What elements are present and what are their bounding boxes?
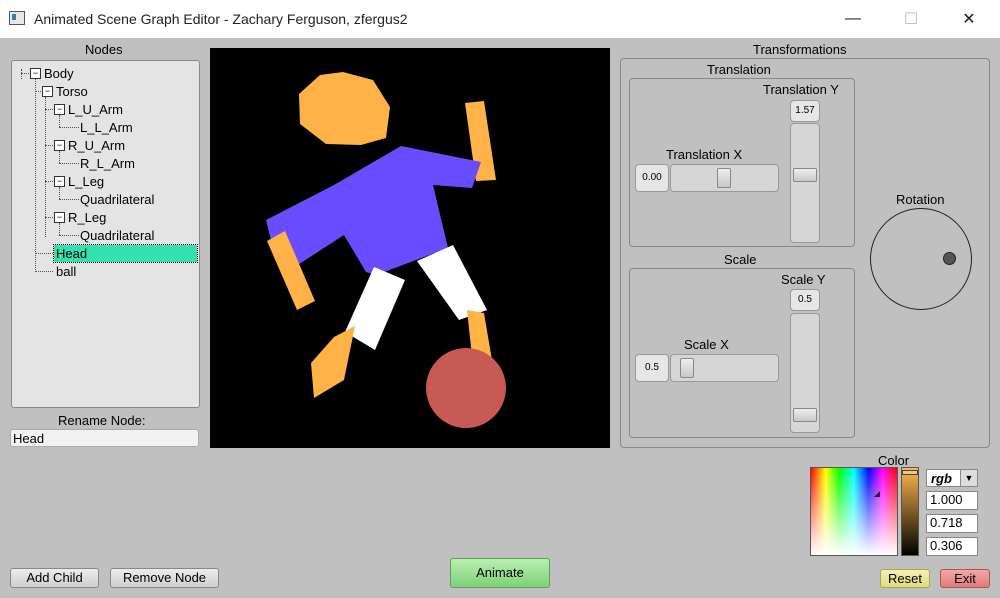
app-icon: [9, 11, 25, 25]
tree-node-ball[interactable]: ball: [56, 263, 76, 280]
collapse-toggle-icon[interactable]: −: [54, 140, 65, 151]
nodes-label: Nodes: [85, 42, 123, 57]
transformations-label: Transformations: [753, 42, 847, 57]
rotation-dial[interactable]: [870, 208, 972, 310]
color-g-field[interactable]: 0.718: [926, 514, 978, 533]
tree-node-quadrilateral[interactable]: Quadrilateral: [80, 227, 154, 244]
color-label: Color: [878, 453, 910, 468]
rename-node-label: Rename Node:: [58, 413, 146, 428]
color-picker-wheel[interactable]: [810, 467, 898, 556]
color-value-bar[interactable]: [901, 467, 919, 556]
tree-node-r-l-arm[interactable]: R_L_Arm: [80, 155, 135, 172]
scale-y-slider-handle[interactable]: [793, 408, 817, 422]
color-r-field[interactable]: 1.000: [926, 491, 978, 510]
add-child-button[interactable]: Add Child: [10, 568, 99, 588]
translation-x-slider-handle[interactable]: [717, 168, 731, 188]
scale-x-value[interactable]: 0.5: [635, 354, 669, 382]
tree-node-l-u-arm[interactable]: L_U_Arm: [68, 101, 123, 118]
scene-head: [299, 72, 390, 145]
translation-y-slider[interactable]: [790, 123, 820, 243]
scene-canvas[interactable]: [210, 48, 610, 448]
scale-x-slider-handle[interactable]: [680, 358, 694, 378]
exit-button[interactable]: Exit: [940, 569, 990, 588]
translation-group: [629, 78, 855, 247]
translation-label: Translation: [707, 62, 771, 77]
color-mode-select[interactable]: rgb ▼: [926, 469, 978, 487]
collapse-toggle-icon[interactable]: −: [54, 176, 65, 187]
color-mode-value: rgb: [931, 471, 952, 486]
scene-left-leg: [345, 267, 405, 350]
tree-node-quadrilateral[interactable]: Quadrilateral: [80, 191, 154, 208]
translation-x-value[interactable]: 0.00: [635, 164, 669, 192]
tree-node-l-leg[interactable]: L_Leg: [68, 173, 104, 190]
collapse-toggle-icon[interactable]: −: [42, 86, 53, 97]
scene-drawing: [266, 72, 506, 428]
scale-y-label: Scale Y: [781, 272, 826, 287]
collapse-toggle-icon[interactable]: −: [54, 104, 65, 115]
tree-node-head[interactable]: Head: [53, 244, 198, 263]
translation-x-label: Translation X: [666, 147, 743, 162]
color-picker-cursor-icon: [874, 491, 880, 497]
chevron-down-icon: ▼: [960, 470, 977, 486]
rotation-dial-handle[interactable]: [943, 252, 956, 265]
tree-node-r-leg[interactable]: R_Leg: [68, 209, 106, 226]
rotation-label: Rotation: [896, 192, 945, 207]
scene-ball: [426, 348, 506, 428]
scale-x-slider[interactable]: [670, 354, 779, 382]
collapse-toggle-icon[interactable]: −: [54, 212, 65, 223]
scale-x-label: Scale X: [684, 337, 729, 352]
scene-left-foot: [311, 326, 355, 398]
scale-y-slider[interactable]: [790, 313, 820, 433]
title-bar: Animated Scene Graph Editor - Zachary Fe…: [0, 0, 1000, 38]
node-tree[interactable]: − Body − Torso − L_U_Arm L_L_Arm − R_U_A…: [11, 60, 200, 408]
close-button[interactable]: ✕: [946, 0, 992, 38]
window-title: Animated Scene Graph Editor - Zachary Fe…: [34, 11, 408, 27]
color-b-field[interactable]: 0.306: [926, 537, 978, 556]
color-value-handle[interactable]: [902, 470, 918, 475]
translation-x-slider[interactable]: [670, 164, 779, 192]
translation-y-label: Translation Y: [763, 82, 839, 97]
animate-button[interactable]: Animate: [450, 558, 550, 588]
tree-node-l-l-arm[interactable]: L_L_Arm: [80, 119, 133, 136]
scale-label: Scale: [724, 252, 757, 267]
reset-button[interactable]: Reset: [880, 569, 930, 588]
scale-group: [629, 268, 855, 438]
remove-node-button[interactable]: Remove Node: [110, 568, 219, 588]
scene-right-leg: [417, 245, 487, 320]
minimize-button[interactable]: —: [830, 0, 876, 38]
translation-y-value[interactable]: 1.57: [790, 100, 820, 122]
rename-node-input[interactable]: Head: [10, 429, 199, 447]
maximize-button[interactable]: ☐: [888, 0, 934, 38]
scale-y-value[interactable]: 0.5: [790, 289, 820, 311]
translation-y-slider-handle[interactable]: [793, 168, 817, 182]
collapse-toggle-icon[interactable]: −: [30, 68, 41, 79]
tree-node-torso[interactable]: Torso: [56, 83, 88, 100]
tree-node-body[interactable]: Body: [44, 65, 74, 82]
tree-node-r-u-arm[interactable]: R_U_Arm: [68, 137, 125, 154]
